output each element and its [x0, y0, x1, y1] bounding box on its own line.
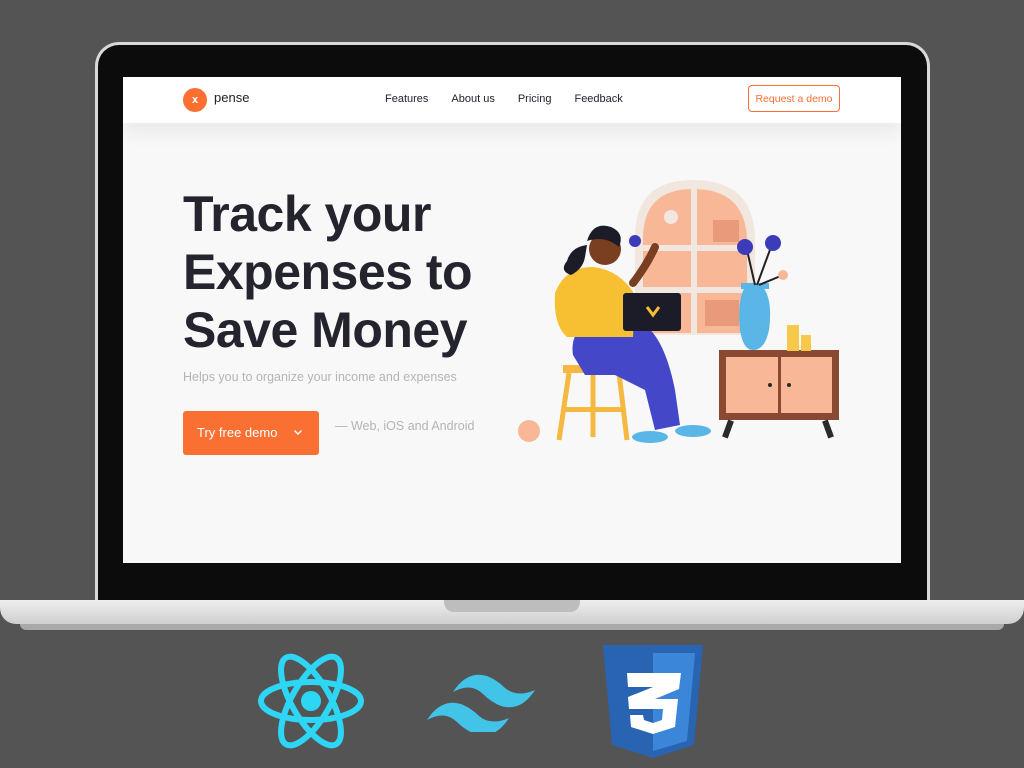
logo-text[interactable]: pense: [214, 90, 249, 105]
nav-links: Features About us Pricing Feedback: [385, 93, 646, 105]
hero-illustration: [518, 180, 839, 443]
nav-link-feedback[interactable]: Feedback: [574, 93, 622, 105]
react-icon: [258, 653, 364, 749]
laptop-base-shadow: [20, 624, 1004, 630]
hero-subtitle: Helps you to organize your income and ex…: [183, 370, 457, 384]
hero-title-line: Save Money: [183, 302, 468, 358]
request-demo-button[interactable]: Request a demo: [748, 85, 840, 112]
hero-title: Track your Expenses to Save Money: [183, 185, 523, 359]
logo-icon[interactable]: x: [183, 88, 207, 112]
try-free-demo-button[interactable]: Try free demo: [183, 411, 319, 455]
css3-icon: [603, 645, 703, 758]
tailwind-icon: [427, 674, 535, 732]
site-navbar: x pense Features About us Pricing Feedba…: [123, 77, 901, 123]
laptop-screen: x pense Features About us Pricing Feedba…: [123, 77, 901, 563]
laptop-notch: [444, 600, 580, 612]
nav-link-pricing[interactable]: Pricing: [518, 93, 552, 105]
platforms-note: — Web, iOS and Android: [335, 419, 475, 433]
hero-title-line: Expenses to: [183, 244, 473, 300]
cta-label: Try free demo: [197, 425, 278, 440]
nav-link-features[interactable]: Features: [385, 93, 428, 105]
chevron-down-icon: [293, 411, 303, 455]
nav-link-about-us[interactable]: About us: [451, 93, 494, 105]
hero-title-line: Track your: [183, 186, 431, 242]
